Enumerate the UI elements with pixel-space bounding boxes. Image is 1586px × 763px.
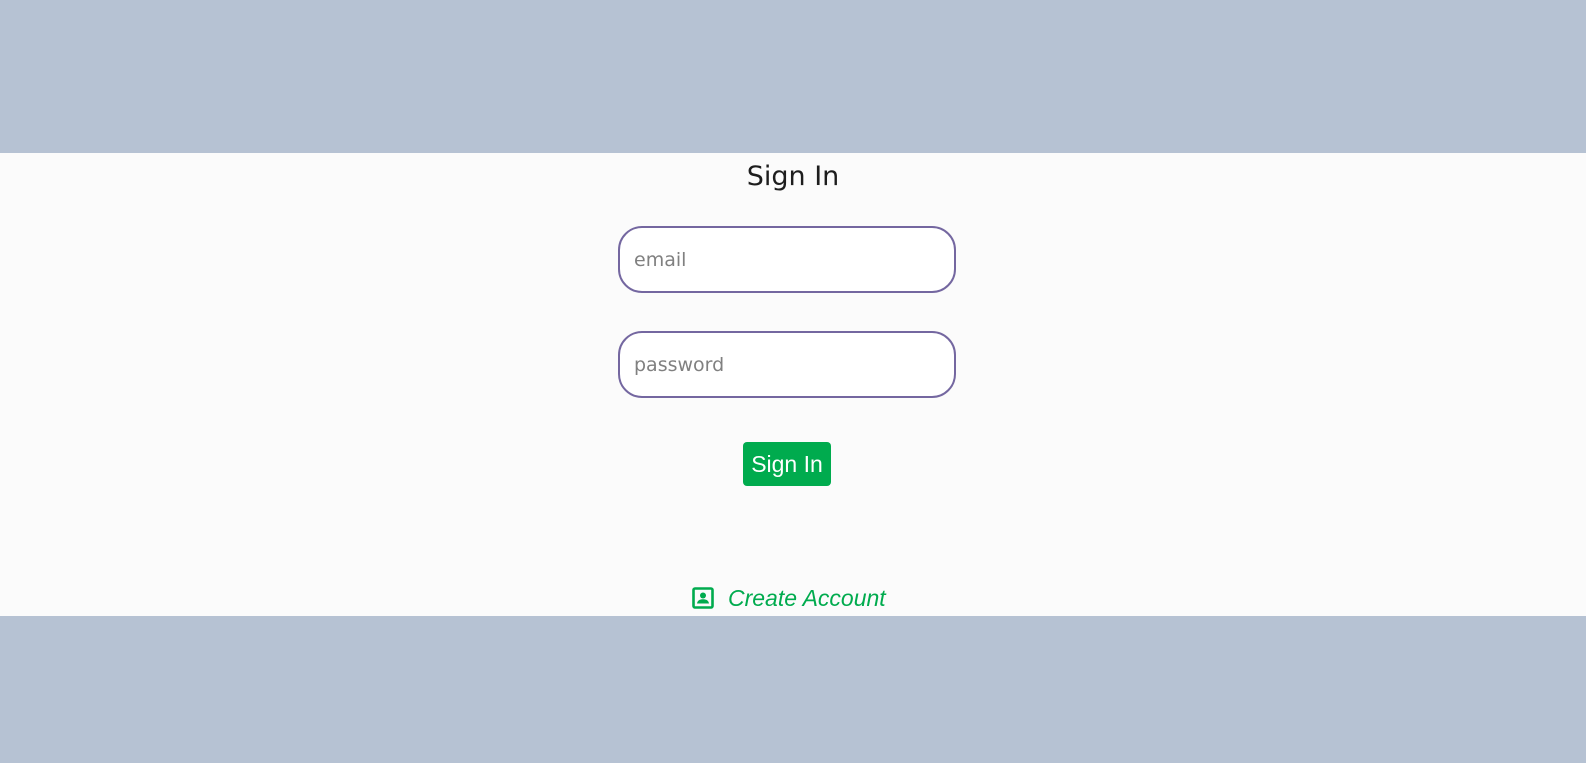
- create-account-link[interactable]: Create Account: [691, 583, 886, 613]
- bottom-background-band: [0, 616, 1586, 763]
- top-background-band: [0, 0, 1586, 153]
- password-field[interactable]: [618, 331, 956, 398]
- create-account-label: Create Account: [728, 584, 886, 611]
- page-title: Sign In: [746, 161, 840, 192]
- account-box-icon: [691, 586, 715, 610]
- sign-in-button[interactable]: Sign In: [743, 442, 831, 486]
- sign-in-panel: Sign In Sign In Create Account: [0, 153, 1586, 616]
- email-field[interactable]: [618, 226, 956, 293]
